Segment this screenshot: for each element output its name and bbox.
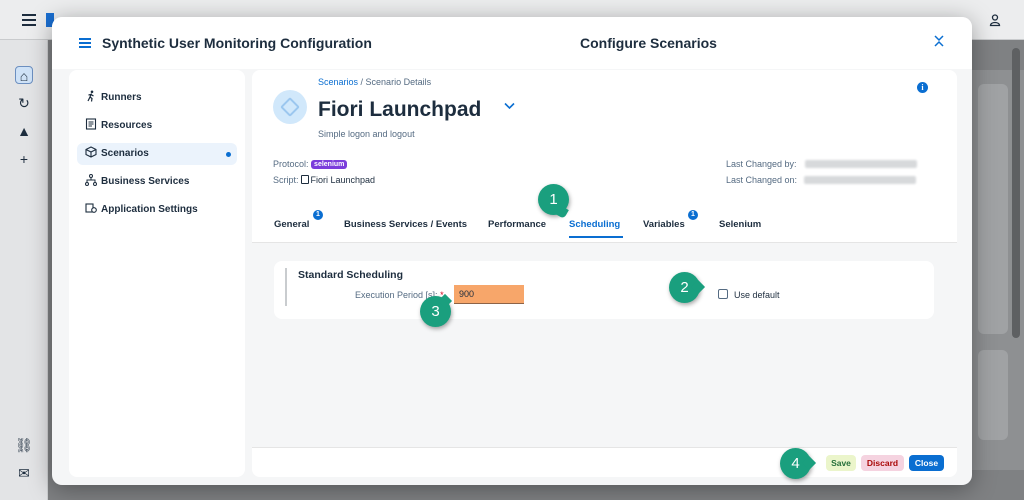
changed-by-label: Last Changed by: — [726, 159, 797, 169]
selected-indicator — [226, 152, 231, 157]
section-title: Standard Scheduling — [298, 269, 404, 281]
chevron-down-icon[interactable] — [504, 100, 516, 112]
execution-period-input[interactable]: 900 — [454, 285, 524, 304]
save-button[interactable]: Save — [826, 455, 856, 471]
configure-scenarios-dialog: Synthetic User Monitoring Configuration … — [52, 17, 972, 485]
script-label: Script: — [273, 175, 299, 185]
nav-item-label: Business Services — [101, 176, 190, 187]
page-subtitle: Simple logon and logout — [318, 129, 415, 139]
nav-item-label: Application Settings — [101, 204, 198, 215]
page-title: Fiori Launchpad — [318, 98, 482, 121]
discard-button[interactable]: Discard — [861, 455, 904, 471]
tab-performance[interactable]: Performance — [488, 219, 546, 230]
nav-item-label: Resources — [101, 120, 153, 131]
annotation-marker-3: 3 — [420, 293, 453, 327]
dialog-header: Synthetic User Monitoring Configuration … — [52, 17, 972, 69]
cube-icon — [84, 146, 98, 160]
dialog-footer: Save Discard Close — [252, 447, 957, 477]
script-attribute: Script: Fiori Launchpad — [273, 175, 375, 185]
annotation-marker-1: 1 — [538, 184, 569, 219]
warning-icon[interactable]: ▲ — [15, 122, 33, 140]
resources-icon — [84, 118, 98, 132]
script-value[interactable]: Fiori Launchpad — [311, 175, 376, 185]
nav-item-resources[interactable]: Resources — [77, 115, 237, 137]
nav-item-runners[interactable]: Runners — [77, 87, 237, 109]
tab-badge: 1 — [313, 210, 323, 220]
changed-on-label: Last Changed on: — [726, 175, 798, 185]
protocol-attribute: Protocol: selenium — [273, 159, 348, 169]
protocol-badge: selenium — [311, 160, 348, 169]
hierarchy-icon — [84, 174, 98, 188]
nav-item-application-settings[interactable]: Application Settings — [77, 199, 237, 221]
breadcrumb-separator: / — [358, 77, 366, 87]
changed-by-attribute: Last Changed by: — [726, 159, 918, 169]
home-icon[interactable]: ⌂ — [15, 66, 33, 84]
user-icon[interactable] — [988, 13, 1002, 27]
redacted-value — [805, 160, 918, 168]
redacted-value — [803, 176, 916, 184]
annotation-marker-2: 2 — [669, 272, 706, 303]
breadcrumb-link-scenarios[interactable]: Scenarios — [318, 77, 358, 87]
add-icon[interactable]: + — [15, 150, 33, 168]
tab-variables[interactable]: Variables — [643, 219, 685, 230]
tab-selenium[interactable]: Selenium — [719, 219, 761, 230]
use-default-label[interactable]: Use default — [734, 290, 780, 300]
nav-item-label: Scenarios — [101, 148, 149, 159]
dialog-title: Configure Scenarios — [580, 35, 717, 51]
active-tab-indicator — [569, 236, 623, 238]
side-navigation: Runners Resources Scenarios Business Ser… — [69, 70, 245, 477]
mail-icon[interactable]: ✉ — [15, 464, 33, 482]
nav-item-label: Runners — [101, 92, 142, 103]
app-title: Synthetic User Monitoring Configuration — [102, 35, 372, 51]
tab-general[interactable]: General — [274, 219, 309, 230]
settings-icon — [84, 202, 98, 216]
page-scrollbar[interactable] — [1012, 48, 1020, 338]
script-icon — [300, 175, 309, 184]
use-default-checkbox[interactable] — [718, 289, 728, 299]
collapse-icon[interactable] — [932, 35, 946, 49]
running-icon — [84, 90, 98, 104]
breadcrumb: Scenarios / Scenario Details — [318, 77, 431, 87]
standard-scheduling-section: Standard Scheduling Execution Period [s]… — [274, 261, 934, 319]
scenario-details-page: Scenarios / Scenario Details i Fiori Lau… — [252, 70, 957, 477]
link-icon[interactable]: ⛓ — [15, 436, 33, 454]
changed-on-attribute: Last Changed on: — [726, 175, 916, 185]
menu-icon[interactable] — [79, 38, 91, 48]
tab-scheduling[interactable]: Scheduling — [569, 219, 620, 230]
info-icon[interactable]: i — [917, 82, 928, 93]
tab-badge: 1 — [688, 210, 698, 220]
close-button[interactable]: Close — [909, 455, 944, 471]
shell-menu-icon[interactable] — [22, 14, 36, 26]
refresh-check-icon[interactable]: ↻ — [15, 94, 33, 112]
avatar — [273, 90, 307, 124]
side-rail: ⌂ ↻ ▲ + ⛓ ✉ — [0, 40, 48, 500]
nav-item-scenarios[interactable]: Scenarios — [77, 143, 237, 165]
nav-item-business-services[interactable]: Business Services — [77, 171, 237, 193]
tab-business-services-events[interactable]: Business Services / Events — [344, 219, 467, 230]
annotation-marker-4: 4 — [780, 448, 817, 479]
section-bar — [285, 268, 287, 306]
protocol-label: Protocol: — [273, 159, 309, 169]
breadcrumb-current: Scenario Details — [365, 77, 432, 87]
